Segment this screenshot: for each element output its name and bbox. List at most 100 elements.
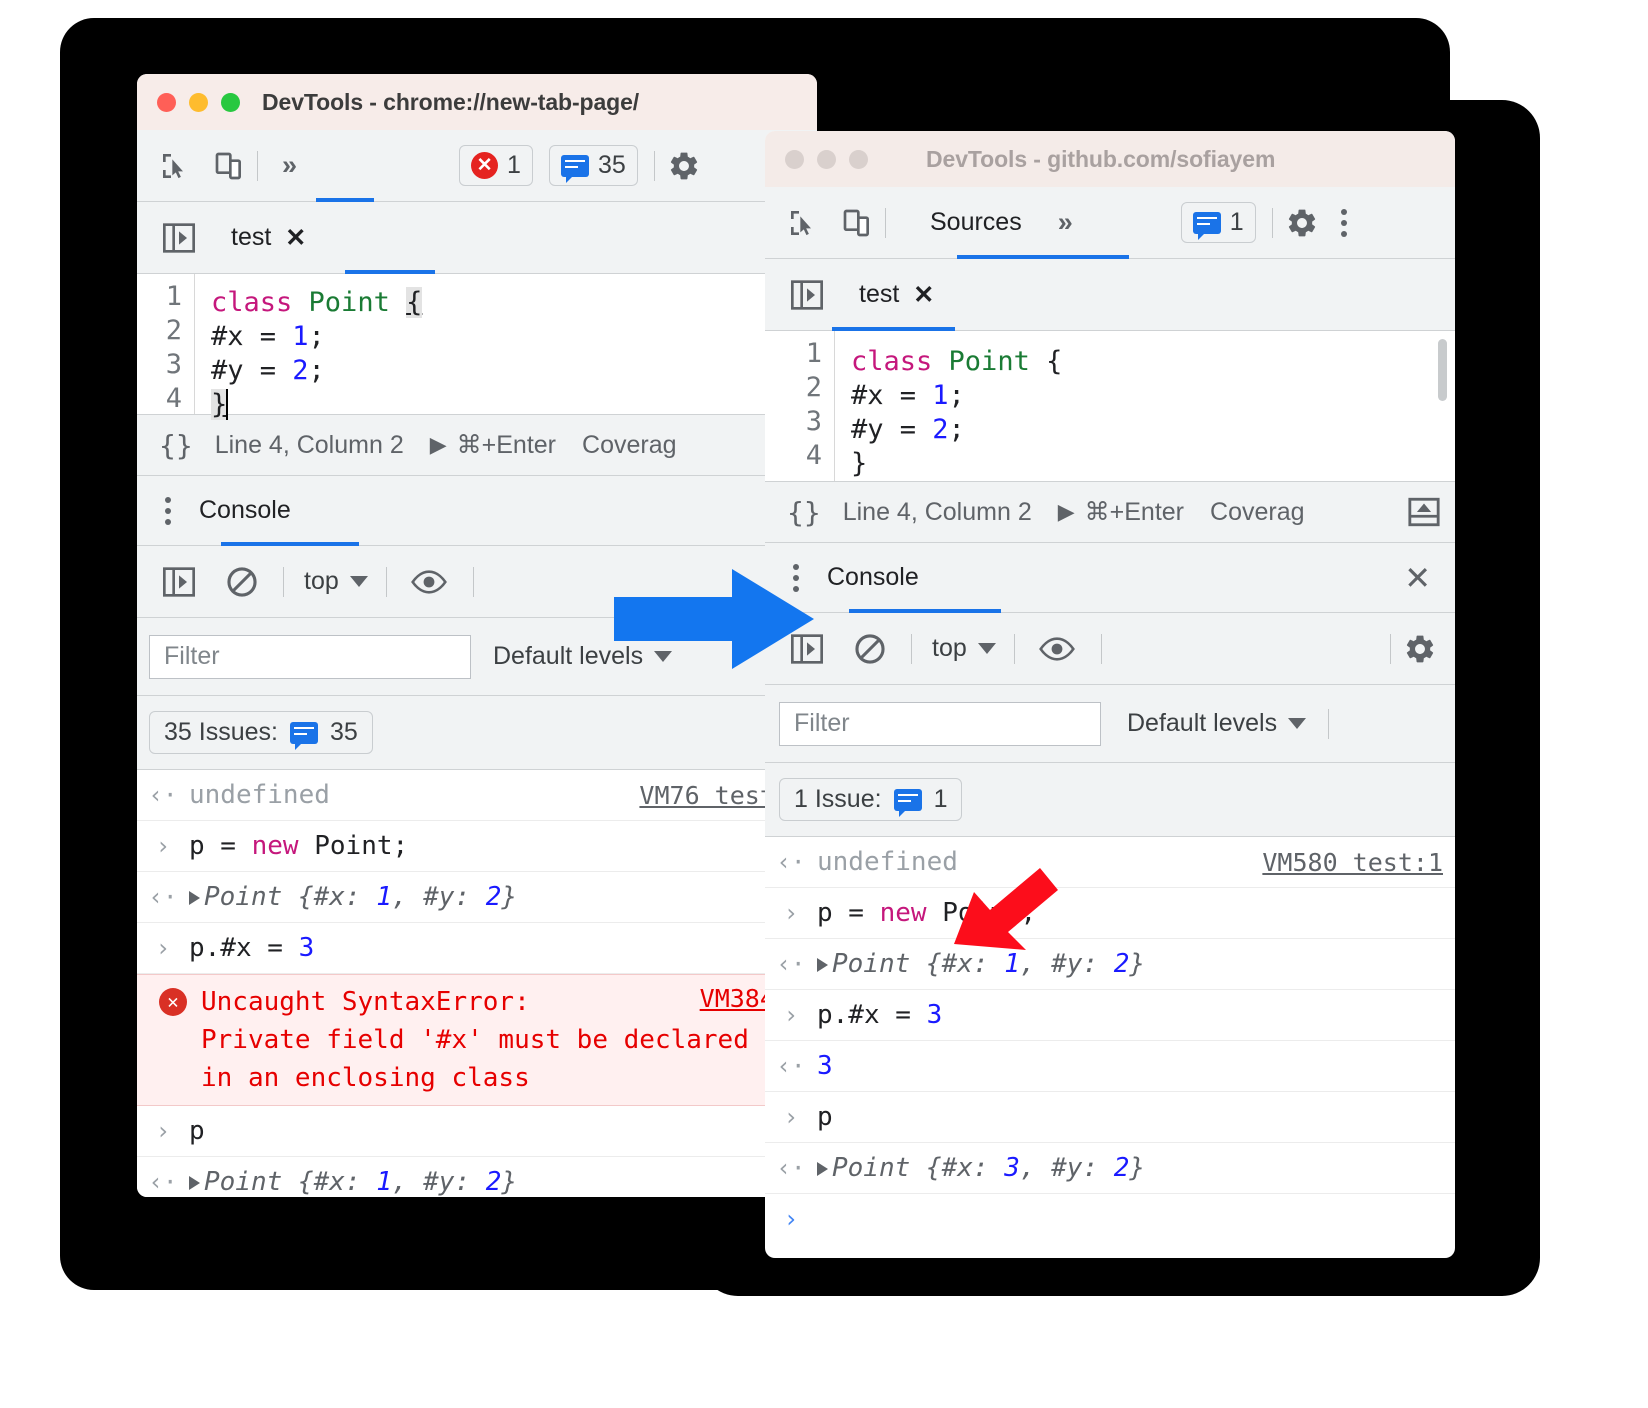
log-row[interactable]: ‹· 3 (765, 1041, 1455, 1092)
context-selector[interactable]: top (932, 634, 996, 663)
file-tab-test[interactable]: test ✕ (231, 223, 306, 253)
file-tab-test[interactable]: test ✕ (859, 280, 934, 310)
console-log-left[interactable]: ‹· undefined VM76 test:1 › p = new Point… (137, 770, 817, 1197)
issues-summary-button[interactable]: 35 Issues: 35 (149, 711, 373, 754)
more-panels-button[interactable]: » (1058, 209, 1073, 236)
issues-summary-button[interactable]: 1 Issue: 1 (779, 778, 963, 821)
clear-console-icon[interactable] (225, 565, 259, 599)
log-row[interactable]: ‹· Point {#x: 1, #y: 2} (137, 872, 817, 923)
log-row[interactable]: ‹· Point {#x: 1, #y: 2} (137, 1157, 817, 1197)
console-toolbar-right[interactable]: top (765, 613, 1455, 685)
traffic-lights-left[interactable] (157, 92, 240, 112)
gear-icon[interactable] (667, 149, 701, 183)
log-row[interactable]: › p = new Point; (137, 821, 817, 872)
run-icon[interactable]: ▶ (430, 432, 447, 458)
show-navigator-icon[interactable] (163, 222, 195, 253)
console-divider-2 (385, 566, 387, 597)
issues-count-badge[interactable]: 1 (1180, 202, 1256, 243)
log-row[interactable]: › p.#x = 3 (765, 990, 1455, 1041)
filter-input[interactable]: Filter (149, 634, 471, 679)
code-editor-left[interactable]: 1234 class Point { #x = 1; #y = 2; } (137, 274, 817, 420)
console-prompt-row[interactable]: › (765, 1194, 1455, 1244)
device-toolbar-icon[interactable] (213, 150, 245, 182)
log-row-error[interactable]: ✕ Uncaught SyntaxError: Private field '#… (137, 974, 817, 1106)
live-expression-icon[interactable] (1038, 635, 1075, 663)
inspect-cursor-icon[interactable] (159, 150, 191, 182)
error-count-badge[interactable]: ✕ 1 (459, 145, 533, 186)
sources-tabbar-right[interactable]: test ✕ (765, 259, 1455, 331)
chevron-down-icon (349, 576, 368, 587)
kebab-menu-icon[interactable] (1340, 208, 1347, 237)
console-prompt-input[interactable] (817, 1202, 833, 1236)
source-link[interactable]: VM580 test:1 (1262, 846, 1443, 880)
log-row[interactable]: › p (137, 1106, 817, 1157)
log-row[interactable]: ‹· undefined VM580 test:1 (765, 837, 1455, 888)
title-bar-right[interactable]: DevTools - github.com/sofiayem (765, 131, 1455, 187)
code-editor-right[interactable]: 1234 class Point { #x = 1; #y = 2; } (765, 331, 1455, 481)
devtools-toolbar-left[interactable]: » ✕ 1 35 (137, 130, 817, 202)
output-arrow-icon: ‹· (148, 883, 178, 911)
console-sidebar-icon[interactable] (163, 566, 195, 597)
code-line: } (211, 388, 817, 422)
coverage-label[interactable]: Coverag (1210, 498, 1305, 527)
filter-input[interactable]: Filter (779, 701, 1101, 746)
close-icon[interactable]: ✕ (913, 280, 934, 310)
console-header-left[interactable]: Console (137, 476, 817, 546)
gear-icon[interactable] (1403, 632, 1437, 666)
console-header-right[interactable]: Console ✕ (765, 543, 1455, 613)
live-expression-icon[interactable] (410, 568, 447, 596)
log-row[interactable]: ‹· Point {#x: 3, #y: 2} (765, 1143, 1455, 1194)
close-window-button[interactable] (785, 149, 804, 169)
minimize-window-button[interactable] (817, 149, 836, 169)
clear-console-icon[interactable] (853, 632, 887, 666)
close-icon[interactable]: ✕ (285, 223, 306, 253)
pretty-print-icon[interactable]: {} (787, 496, 821, 529)
code-content-right[interactable]: class Point { #x = 1; #y = 2; } (851, 339, 1455, 481)
kebab-menu-icon[interactable] (165, 496, 171, 525)
log-row[interactable]: › p = new Point; (765, 888, 1455, 939)
close-icon[interactable]: ✕ (1404, 562, 1431, 594)
log-level-selector[interactable]: Default levels (1127, 709, 1307, 738)
console-filter-row-right[interactable]: Filter Default levels (765, 685, 1455, 763)
line-number-gutter: 1234 (765, 331, 835, 481)
show-navigator-icon[interactable] (791, 279, 823, 310)
editor-statusbar-right[interactable]: {} Line 4, Column 2 ▶ ⌘+Enter Coverag (765, 481, 1455, 543)
device-toolbar-icon[interactable] (841, 207, 873, 239)
issues-icon (1192, 211, 1221, 240)
more-panels-button[interactable]: » (282, 152, 297, 179)
tab-sources[interactable]: Sources (924, 208, 1028, 237)
close-window-button[interactable] (157, 92, 176, 112)
issue-count: 35 (597, 151, 626, 179)
devtools-toolbar-right[interactable]: Sources » 1 (765, 187, 1455, 259)
maximize-window-button[interactable] (221, 92, 240, 112)
pretty-print-icon[interactable]: {} (159, 429, 193, 462)
log-row[interactable]: ‹· Point {#x: 1, #y: 2} (765, 939, 1455, 990)
output-arrow-icon: ‹· (776, 848, 806, 876)
issues-count-badge[interactable]: 35 (548, 145, 638, 186)
minimize-window-button[interactable] (189, 92, 208, 112)
maximize-window-button[interactable] (849, 149, 868, 169)
traffic-lights-right[interactable] (785, 149, 868, 169)
log-row[interactable]: › p.#x = 3 (137, 923, 817, 974)
console-divider-3 (472, 566, 474, 597)
log-row[interactable]: ‹· undefined VM76 test:1 (137, 770, 817, 821)
console-tab-label[interactable]: Console (199, 496, 291, 525)
log-row[interactable]: › p (765, 1092, 1455, 1143)
title-bar-left[interactable]: DevTools - chrome://new-tab-page/ (137, 74, 817, 130)
coverage-label[interactable]: Coverag (582, 431, 677, 460)
console-tab-label[interactable]: Console (827, 563, 919, 592)
console-issues-row-right[interactable]: 1 Issue: 1 (765, 763, 1455, 837)
editor-scrollbar-thumb[interactable] (1438, 339, 1447, 401)
gear-icon[interactable] (1285, 206, 1319, 240)
run-shortcut-label: ⌘+Enter (456, 431, 557, 459)
devtools-window-right[interactable]: DevTools - github.com/sofiayem Sources »… (765, 131, 1455, 1258)
inspect-cursor-icon[interactable] (787, 207, 819, 239)
sources-tabbar-left[interactable]: test ✕ (137, 202, 817, 274)
code-content-left[interactable]: class Point { #x = 1; #y = 2; } (211, 280, 817, 422)
toggle-drawer-icon[interactable] (1407, 495, 1441, 529)
console-issues-row-left[interactable]: 35 Issues: 35 (137, 696, 817, 770)
editor-statusbar-left[interactable]: {} Line 4, Column 2 ▶ ⌘+Enter Coverag (137, 414, 817, 476)
context-selector[interactable]: top (304, 567, 368, 596)
console-log-right[interactable]: ‹· undefined VM580 test:1 › p = new Poin… (765, 837, 1455, 1244)
run-icon[interactable]: ▶ (1058, 499, 1075, 525)
